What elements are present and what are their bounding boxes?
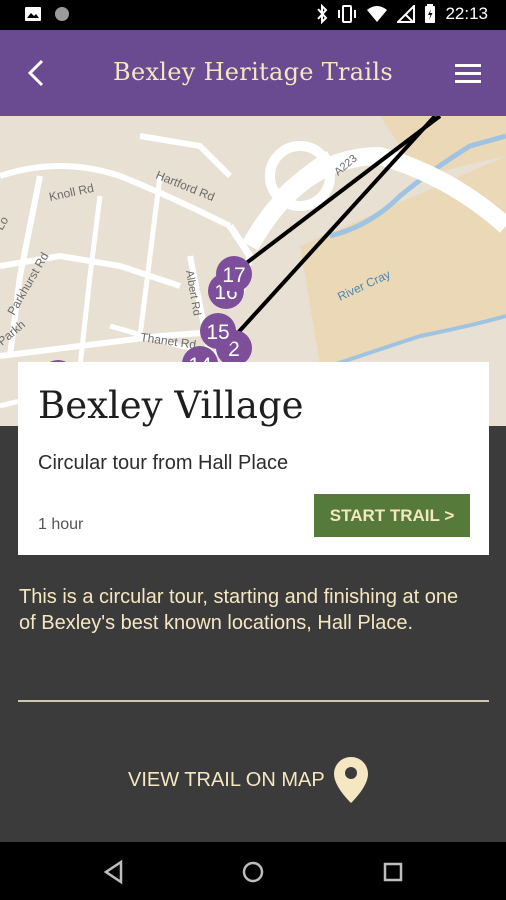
nav-recents-button[interactable] bbox=[379, 858, 407, 886]
bluetooth-icon bbox=[317, 4, 328, 24]
hamburger-menu-icon bbox=[455, 64, 481, 83]
trail-duration: 1 hour bbox=[38, 516, 84, 533]
nav-recents-icon bbox=[383, 862, 403, 882]
battery-icon bbox=[425, 4, 436, 23]
trail-title: Bexley Village bbox=[38, 384, 304, 427]
trail-marker-15[interactable]: 15 bbox=[200, 313, 236, 349]
notification-dot-icon bbox=[55, 7, 69, 21]
nav-back-icon bbox=[103, 859, 123, 885]
status-time: 22:13 bbox=[445, 4, 488, 23]
trail-marker-17[interactable]: 17 bbox=[216, 256, 252, 292]
start-trail-button[interactable]: START TRAIL > bbox=[314, 494, 470, 537]
nav-home-icon bbox=[242, 861, 264, 883]
divider bbox=[18, 700, 489, 702]
app-screen: 22:13 Bexley Heritage Trails Knoll Rd Ha… bbox=[0, 0, 506, 900]
map-pin-icon bbox=[333, 757, 368, 803]
marker-label: 17 bbox=[222, 264, 245, 287]
wifi-icon bbox=[367, 6, 388, 22]
image-icon bbox=[25, 7, 41, 21]
marker-label: 15 bbox=[206, 321, 229, 344]
menu-button[interactable] bbox=[454, 61, 482, 85]
trail-subtitle: Circular tour from Hall Place bbox=[38, 452, 289, 474]
no-signal-icon bbox=[397, 5, 416, 23]
status-bar: 22:13 bbox=[0, 0, 506, 30]
page-title: Bexley Heritage Trails bbox=[113, 58, 393, 86]
system-nav-bar bbox=[0, 842, 506, 900]
trail-card: Bexley Village Circular tour from Hall P… bbox=[18, 362, 489, 555]
nav-back-button[interactable] bbox=[100, 858, 128, 886]
trail-description: This is a circular tour, starting and fi… bbox=[19, 586, 459, 634]
app-bar: Bexley Heritage Trails bbox=[0, 30, 506, 116]
vibrate-icon bbox=[338, 5, 357, 23]
view-map-label: VIEW TRAIL ON MAP bbox=[128, 768, 325, 791]
view-trail-on-map-button[interactable]: VIEW TRAIL ON MAP bbox=[128, 756, 369, 804]
status-right: 22:13 bbox=[316, 4, 488, 24]
status-left bbox=[24, 6, 70, 22]
nav-home-button[interactable] bbox=[239, 858, 267, 886]
